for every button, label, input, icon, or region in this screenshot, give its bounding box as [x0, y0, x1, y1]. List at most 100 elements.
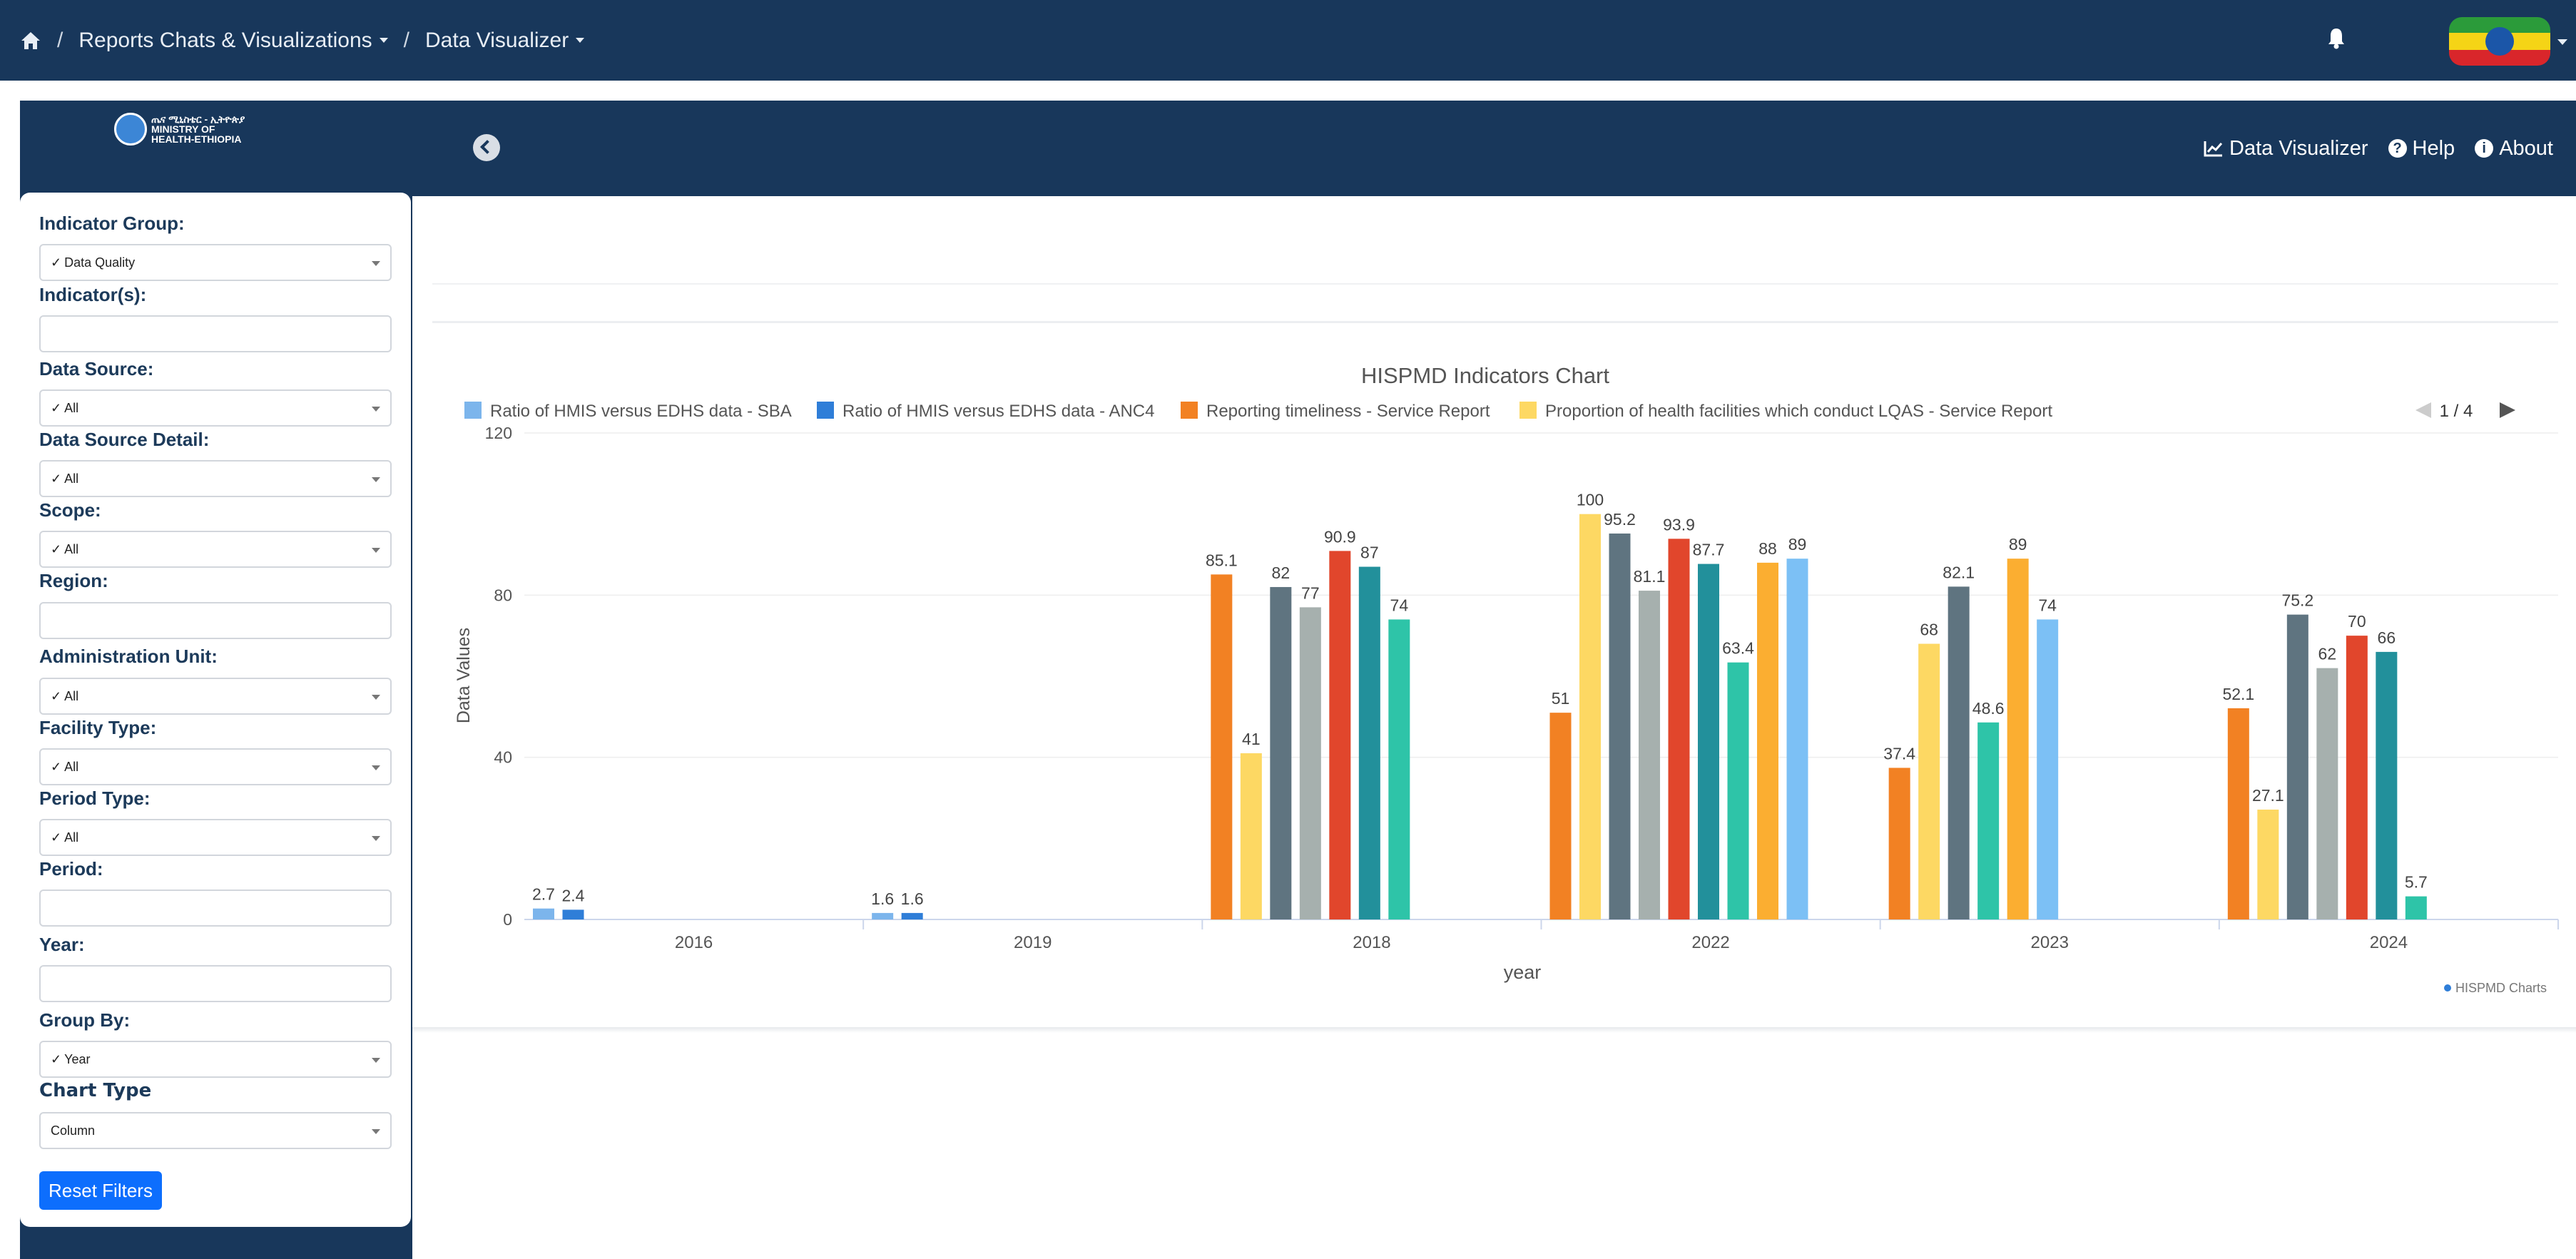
data-source-detail-value: All	[64, 471, 79, 486]
about-link[interactable]: i About	[2475, 137, 2553, 160]
bar[interactable]	[1240, 753, 1262, 919]
breadcrumb-data-visualizer-dropdown[interactable]: Data Visualizer	[425, 28, 585, 53]
bar[interactable]	[1639, 591, 1660, 919]
bar[interactable]	[2346, 636, 2368, 919]
bar[interactable]	[901, 912, 923, 919]
bar[interactable]	[1757, 562, 1778, 919]
bar[interactable]	[1977, 722, 2000, 919]
collapse-sidebar-icon[interactable]	[473, 134, 500, 161]
indicators-label: Indicator(s):	[39, 284, 147, 305]
period-input[interactable]	[39, 890, 392, 927]
data-label: 5.7	[2405, 873, 2428, 892]
data-label: 95.2	[1604, 510, 1636, 529]
scope-select[interactable]: ✓ All	[39, 531, 392, 568]
period-type-select[interactable]: ✓ All	[39, 819, 392, 856]
data-label: 63.4	[1722, 639, 1754, 658]
legend-item-label[interactable]: Reporting timeliness - Service Report	[1206, 402, 1490, 421]
bar[interactable]	[2037, 619, 2059, 919]
bar[interactable]	[1329, 551, 1351, 919]
chart-credits[interactable]: HISPMD Charts	[2455, 981, 2547, 995]
region-input[interactable]	[39, 602, 392, 639]
bar[interactable]	[1358, 566, 1380, 919]
bar[interactable]	[562, 909, 584, 919]
legend-page-indicator: 1 / 4	[2440, 402, 2473, 421]
data-label: 74	[1390, 596, 1409, 614]
chevron-down-icon	[372, 1129, 380, 1134]
period-type-label: Period Type:	[39, 787, 151, 809]
data-source-select[interactable]: ✓ All	[39, 389, 392, 427]
group-by-select[interactable]: ✓ Year	[39, 1041, 392, 1078]
bar[interactable]	[2227, 708, 2249, 919]
bell-icon[interactable]	[2327, 27, 2346, 50]
bar[interactable]	[1727, 662, 1749, 919]
content-area: HISPMD Indicators Chart Ratio of HMIS ve…	[412, 196, 2576, 1027]
reset-filters-button[interactable]: Reset Filters	[39, 1171, 162, 1210]
breadcrumb-reports-dropdown[interactable]: Reports Chats & Visualizations	[78, 29, 388, 53]
chart-type-value: Column	[51, 1123, 96, 1138]
bar[interactable]	[872, 912, 894, 919]
data-label: 70	[2348, 612, 2366, 631]
data-label: 87	[1360, 544, 1379, 562]
check-icon: ✓	[51, 830, 62, 845]
legend-prev-arrow-icon[interactable]	[2415, 402, 2431, 418]
legend-item-label[interactable]: Ratio of HMIS versus EDHS data - SBA	[490, 402, 792, 421]
check-icon: ✓	[51, 688, 62, 703]
bar[interactable]	[1609, 533, 1631, 919]
bar[interactable]	[1668, 539, 1690, 919]
year-input[interactable]	[39, 965, 392, 1002]
bar[interactable]	[1211, 574, 1233, 919]
bar[interactable]	[1888, 768, 1910, 919]
logo-text: ጤና ሚኒስቴር - ኢትዮጵያ MINISTRY OF HEALTH-ETHI…	[151, 113, 245, 145]
check-icon: ✓	[51, 759, 62, 774]
breadcrumb-data-visualizer-label: Data Visualizer	[425, 28, 569, 52]
breadcrumb-separator: /	[403, 28, 410, 52]
data-label: 88	[1758, 539, 1777, 558]
info-icon: i	[2475, 139, 2494, 158]
data-label: 1.6	[871, 890, 894, 908]
data-label: 37.4	[1883, 744, 1915, 763]
chevron-down-icon	[372, 1058, 380, 1063]
chevron-down-icon[interactable]	[2557, 39, 2567, 45]
indicator-group-select[interactable]: ✓ Data Quality	[39, 244, 392, 281]
facility-type-select[interactable]: ✓ All	[39, 748, 392, 785]
header-nav: Data Visualizer ? Help i About	[2204, 101, 2553, 196]
bar[interactable]	[1299, 607, 1321, 919]
help-link[interactable]: ? Help	[2388, 137, 2455, 160]
bar[interactable]	[1270, 586, 1292, 919]
bar[interactable]	[2376, 651, 2398, 919]
legend-item-label[interactable]: Proportion of health facilities which co…	[1545, 402, 2052, 421]
chart-type-select[interactable]: Column	[39, 1112, 392, 1149]
legend-item-label[interactable]: Ratio of HMIS versus EDHS data - ANC4	[842, 402, 1154, 421]
bar[interactable]	[1698, 564, 1719, 919]
administration-unit-value: All	[64, 688, 79, 703]
bar[interactable]	[1918, 643, 1940, 919]
bar[interactable]	[1579, 514, 1601, 919]
x-tick-label: 2018	[1353, 933, 1390, 952]
home-icon[interactable]	[20, 31, 41, 51]
data-label: 62	[2318, 645, 2337, 663]
bar[interactable]	[1786, 559, 1808, 919]
bar[interactable]	[1948, 586, 1970, 919]
data-label: 82.1	[1943, 563, 1975, 581]
bar[interactable]	[1549, 713, 1572, 919]
check-icon: ✓	[51, 400, 62, 415]
legend-next-arrow-icon[interactable]	[2500, 402, 2515, 418]
scope-label: Scope:	[39, 499, 101, 521]
administration-unit-select[interactable]: ✓ All	[39, 678, 392, 715]
data-visualizer-link[interactable]: Data Visualizer	[2204, 137, 2368, 160]
check-icon: ✓	[51, 541, 62, 556]
language-flag-button[interactable]	[2449, 17, 2550, 66]
about-label: About	[2499, 136, 2553, 160]
data-label: 77	[1301, 583, 1320, 602]
bar[interactable]	[2405, 896, 2427, 919]
bar[interactable]	[533, 908, 554, 919]
bar[interactable]	[1388, 619, 1410, 919]
bar[interactable]	[2286, 614, 2308, 919]
bar[interactable]	[2257, 809, 2279, 919]
data-source-detail-select[interactable]: ✓ All	[39, 460, 392, 497]
chevron-down-icon	[576, 38, 585, 43]
bar[interactable]	[2316, 668, 2338, 919]
bar[interactable]	[2007, 559, 2029, 919]
indicators-input[interactable]	[39, 315, 392, 352]
period-label: Period:	[39, 858, 103, 880]
